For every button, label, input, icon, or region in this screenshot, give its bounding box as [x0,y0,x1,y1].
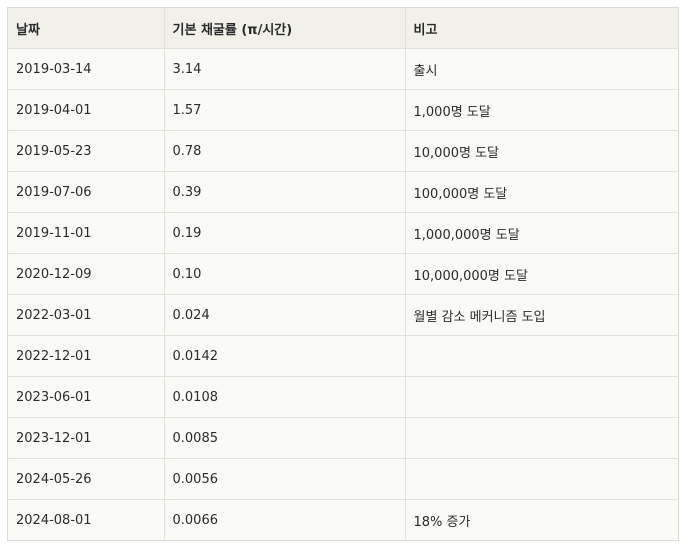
cell-remark: 10,000명 도달 [404,130,678,172]
cell-rate: 0.0066 [163,499,405,540]
cell-rate: 0.0085 [163,417,405,459]
cell-remark: 1,000명 도달 [404,89,678,131]
cell-date: 2023-06-01 [8,376,164,418]
table-row: 2022-12-01 0.0142 [8,335,678,377]
cell-rate: 1.57 [163,89,405,131]
cell-remark: 1,000,000명 도달 [404,212,678,254]
cell-remark: 18% 증가 [404,499,678,540]
cell-date: 2019-04-01 [8,89,164,131]
cell-date: 2020-12-09 [8,253,164,295]
cell-rate: 0.0108 [163,376,405,418]
table-row: 2019-05-23 0.78 10,000명 도달 [8,130,678,172]
cell-remark [404,417,678,459]
table-header: 날짜 기본 채굴률 (π/시간) 비고 [8,8,678,49]
table-row: 2023-12-01 0.0085 [8,417,678,459]
table-row: 2022-03-01 0.024 월별 감소 메커니즘 도입 [8,294,678,336]
cell-date: 2023-12-01 [8,417,164,459]
cell-remark: 출시 [404,48,678,90]
table-row: 2019-03-14 3.14 출시 [8,48,678,90]
cell-rate: 0.0142 [163,335,405,377]
table-row: 2024-05-26 0.0056 [8,458,678,500]
cell-rate: 0.0056 [163,458,405,500]
cell-date: 2022-03-01 [8,294,164,336]
table-row: 2019-04-01 1.57 1,000명 도달 [8,89,678,131]
header-row: 날짜 기본 채굴률 (π/시간) 비고 [8,8,678,49]
cell-date: 2024-05-26 [8,458,164,500]
cell-date: 2019-05-23 [8,130,164,172]
table-row: 2023-06-01 0.0108 [8,376,678,418]
table-body: 2019-03-14 3.14 출시 2019-04-01 1.57 1,000… [8,48,678,540]
table-row: 2024-08-01 0.0066 18% 증가 [8,499,678,540]
mining-rate-table: 날짜 기본 채굴률 (π/시간) 비고 2019-03-14 3.14 출시 2… [8,8,678,540]
cell-rate: 0.024 [163,294,405,336]
cell-remark [404,458,678,500]
mining-rate-table-container: 날짜 기본 채굴률 (π/시간) 비고 2019-03-14 3.14 출시 2… [7,7,679,541]
cell-remark: 10,000,000명 도달 [404,253,678,295]
header-base-mining-rate: 기본 채굴률 (π/시간) [163,8,405,49]
cell-remark: 월별 감소 메커니즘 도입 [404,294,678,336]
cell-date: 2024-08-01 [16,512,92,528]
cell-rate: 0.10 [163,253,405,295]
cell-rate: 0.78 [163,130,405,172]
cell-remark [404,335,678,377]
cell-date: 2019-11-01 [8,212,164,254]
header-date: 날짜 [8,8,164,49]
cell-date: 2019-07-06 [8,171,164,213]
cell-remark: 100,000명 도달 [404,171,678,213]
cell-rate: 3.14 [163,48,405,90]
table-row: 2019-07-06 0.39 100,000명 도달 [8,171,678,213]
cell-rate: 0.39 [163,171,405,213]
table-row: 2020-12-09 0.10 10,000,000명 도달 [8,253,678,295]
cell-date: 2019-03-14 [8,48,164,90]
cell-remark [404,376,678,418]
cell-rate: 0.19 [163,212,405,254]
cell-date: 2022-12-01 [8,335,164,377]
header-remarks: 비고 [404,8,678,49]
table-row: 2019-11-01 0.19 1,000,000명 도달 [8,212,678,254]
